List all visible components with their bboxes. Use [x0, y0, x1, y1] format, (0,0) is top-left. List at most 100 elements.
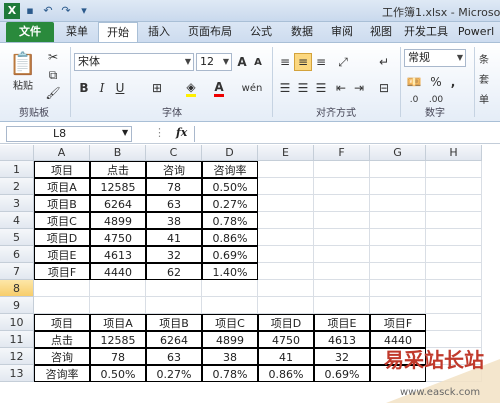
table1-cell[interactable]: 4440 [90, 263, 146, 280]
grid-cell[interactable] [90, 280, 146, 297]
table2-cell[interactable]: 0.50% [90, 365, 146, 382]
name-box-dropdown-icon[interactable]: ▼ [122, 128, 128, 137]
table2-cell[interactable]: 0.69% [314, 365, 370, 382]
column-header[interactable]: G [370, 145, 426, 161]
table1-cell[interactable]: 0.69% [202, 246, 258, 263]
grid-cell[interactable] [258, 280, 314, 297]
column-header[interactable]: F [314, 145, 370, 161]
align-left-button[interactable]: ☰ [276, 79, 294, 97]
row-header[interactable]: 13 [0, 365, 34, 382]
grid-cell[interactable] [370, 246, 426, 263]
table1-cell[interactable]: 1.40% [202, 263, 258, 280]
table2-cell[interactable]: 4899 [202, 331, 258, 348]
decrease-indent-button[interactable]: ⇤ [332, 79, 350, 97]
grid-cell[interactable] [370, 280, 426, 297]
grid-cell[interactable] [314, 195, 370, 212]
table2-cell[interactable]: 0.86% [258, 365, 314, 382]
table1-cell[interactable]: 38 [146, 212, 202, 229]
comma-button[interactable]: , [446, 73, 460, 91]
percent-button[interactable]: % [428, 73, 444, 91]
grid-cell[interactable] [314, 178, 370, 195]
currency-button[interactable]: 💴 [404, 73, 424, 91]
table2-cell[interactable]: 12585 [90, 331, 146, 348]
increase-indent-button[interactable]: ⇥ [350, 79, 368, 97]
wrap-text-button[interactable]: ↵ [374, 53, 394, 71]
grid-cell[interactable] [258, 161, 314, 178]
grid-cell[interactable] [426, 246, 482, 263]
formula-input[interactable] [194, 126, 500, 142]
table2-cell[interactable]: 项目C [202, 314, 258, 331]
table1-cell[interactable]: 4613 [90, 246, 146, 263]
table1-cell[interactable]: 项目E [34, 246, 90, 263]
table1-cell[interactable]: 0.78% [202, 212, 258, 229]
align-right-button[interactable]: ☰ [312, 79, 330, 97]
table1-cell[interactable]: 咨询率 [202, 161, 258, 178]
grid-cell[interactable] [426, 263, 482, 280]
grid-cell[interactable] [34, 280, 90, 297]
save-icon[interactable]: ▪ [22, 3, 38, 19]
column-header[interactable]: E [258, 145, 314, 161]
orientation-button[interactable]: ⤢ [332, 53, 354, 71]
grid-cell[interactable] [258, 195, 314, 212]
row-header[interactable]: 3 [0, 195, 34, 212]
grid-cell[interactable] [426, 195, 482, 212]
underline-button[interactable]: U [112, 79, 128, 97]
tab-9[interactable]: 开发工具 [402, 22, 450, 42]
table1-cell[interactable]: 项目 [34, 161, 90, 178]
table2-cell[interactable]: 点击 [34, 331, 90, 348]
font-color-button[interactable]: A [210, 79, 228, 97]
table1-cell[interactable]: 4750 [90, 229, 146, 246]
splitter-icon[interactable]: ⋮ [154, 126, 165, 139]
grid-cell[interactable] [426, 161, 482, 178]
select-all-corner[interactable] [0, 145, 34, 161]
tab-10[interactable]: Powerl [452, 22, 500, 42]
align-bottom-button[interactable]: ≡ [312, 53, 330, 71]
table1-cell[interactable]: 咨询 [146, 161, 202, 178]
merge-center-button[interactable]: ⊟ [374, 79, 394, 97]
bold-button[interactable]: B [76, 79, 92, 97]
paste-button[interactable]: 📋 粘贴 [6, 47, 40, 97]
table2-cell[interactable]: 63 [146, 348, 202, 365]
tab-8[interactable]: 视图 [362, 22, 400, 42]
grid-cell[interactable] [34, 297, 90, 314]
grid-cell[interactable] [146, 297, 202, 314]
grow-font-button[interactable]: A [234, 53, 250, 71]
fill-color-button[interactable]: ◈ [182, 79, 200, 97]
grid-cell[interactable] [314, 280, 370, 297]
table1-cell[interactable]: 项目F [34, 263, 90, 280]
grid-cell[interactable] [370, 212, 426, 229]
column-header[interactable]: D [202, 145, 258, 161]
column-header[interactable]: C [146, 145, 202, 161]
tab-7[interactable]: 审阅 [324, 22, 360, 42]
table2-cell[interactable]: 项目F [370, 314, 426, 331]
cell-styles-button[interactable]: 单 [478, 89, 500, 107]
table1-cell[interactable]: 0.86% [202, 229, 258, 246]
row-header[interactable]: 11 [0, 331, 34, 348]
grid-cell[interactable] [426, 297, 482, 314]
copy-button[interactable]: ⧉ [44, 67, 62, 83]
table2-cell[interactable]: 项目 [34, 314, 90, 331]
grid-cell[interactable] [370, 263, 426, 280]
table2-cell[interactable]: 项目A [90, 314, 146, 331]
column-header[interactable]: A [34, 145, 90, 161]
align-middle-button[interactable]: ≡ [294, 53, 312, 71]
grid-cell[interactable] [258, 178, 314, 195]
tab-1[interactable]: 菜单 [58, 22, 96, 42]
table1-cell[interactable]: 32 [146, 246, 202, 263]
grid-cell[interactable] [202, 297, 258, 314]
table2-cell[interactable]: 4613 [314, 331, 370, 348]
table1-cell[interactable]: 4899 [90, 212, 146, 229]
phonetic-button[interactable]: wén [242, 79, 263, 97]
grid-cell[interactable] [90, 297, 146, 314]
table2-cell[interactable]: 0.78% [202, 365, 258, 382]
format-as-table-button[interactable]: 套 [478, 69, 500, 87]
grid-cell[interactable] [370, 229, 426, 246]
grid-cell[interactable] [146, 280, 202, 297]
table1-cell[interactable]: 0.50% [202, 178, 258, 195]
customize-qat-icon[interactable]: ▾ [76, 3, 92, 19]
table1-cell[interactable]: 项目D [34, 229, 90, 246]
font-size-combo[interactable]: 12 ▼ [196, 53, 232, 71]
grid-cell[interactable] [370, 297, 426, 314]
grid-cell[interactable] [314, 212, 370, 229]
table2-cell[interactable]: 咨询率 [34, 365, 90, 382]
